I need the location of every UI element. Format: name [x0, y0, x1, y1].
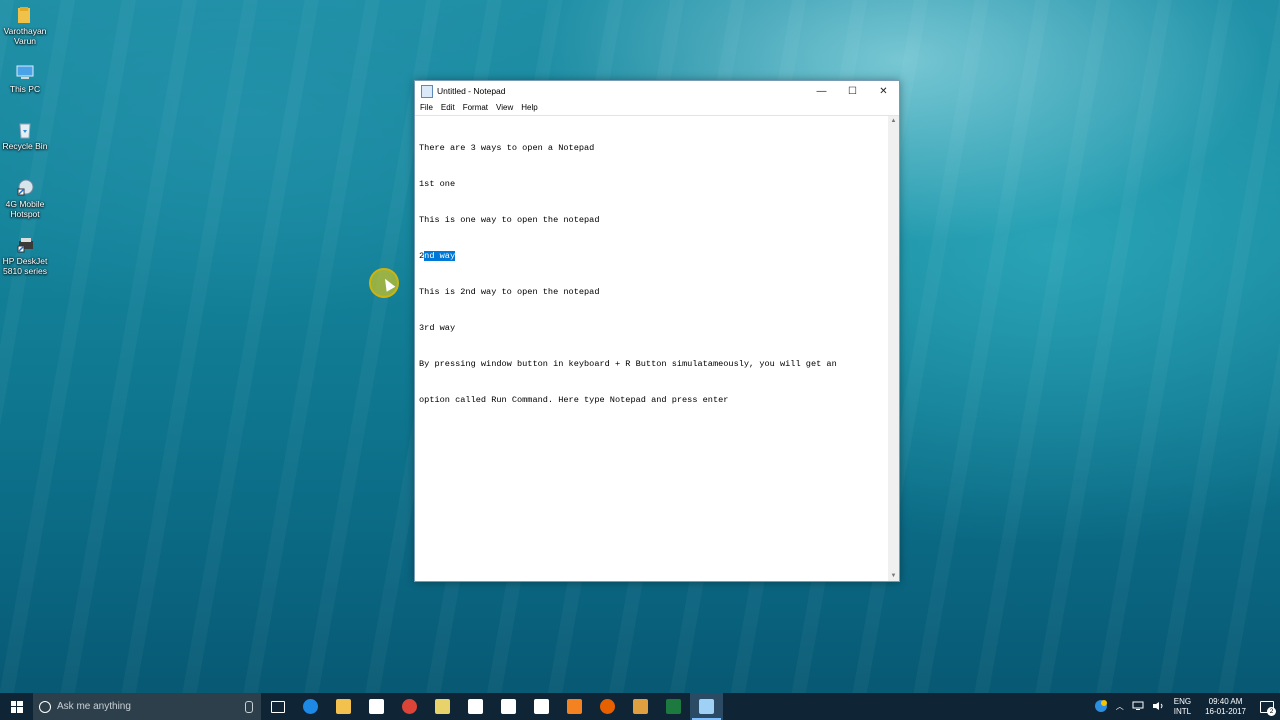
desktop-icon-label: This PC: [9, 84, 41, 94]
taskbar-task-view-button[interactable]: [261, 693, 294, 720]
system-tray: ︿ ENG INTL 09:40 AM 16-01-2017 2: [1090, 693, 1280, 720]
taskbar-file-explorer-button[interactable]: [327, 693, 360, 720]
file-explorer-icon: [336, 699, 351, 714]
calendar-icon: [534, 699, 549, 714]
menu-file[interactable]: File: [416, 103, 437, 112]
taskbar: Ask me anything ︿ ENG INTL 09:40 AM 16-0…: [0, 693, 1280, 720]
minimize-button[interactable]: —: [806, 81, 837, 101]
desktop-icon-hotspot[interactable]: 4G Mobile Hotspot: [0, 179, 50, 219]
scroll-up-arrow-icon[interactable]: ▲: [888, 116, 899, 126]
selected-text: nd way: [424, 251, 456, 261]
desktop-icon-this-pc[interactable]: This PC: [0, 64, 50, 94]
search-placeholder: Ask me anything: [57, 701, 131, 712]
computer-icon: [15, 64, 35, 82]
printer-shortcut-icon: [15, 236, 35, 254]
menu-view[interactable]: View: [492, 103, 517, 112]
taskbar-store-button[interactable]: [360, 693, 393, 720]
taskbar-firefox-button[interactable]: [591, 693, 624, 720]
edge-icon: [303, 699, 318, 714]
text-line: This is 2nd way to open the notepad: [419, 287, 600, 297]
desktop-icon-label: Varun: [13, 36, 37, 46]
taskbar-vlc-button[interactable]: [558, 693, 591, 720]
title-bar[interactable]: Untitled - Notepad — ☐ ✕: [415, 81, 899, 101]
cortana-icon: [39, 700, 51, 713]
network-icon[interactable]: [1128, 701, 1148, 713]
action-center-button[interactable]: 2: [1254, 693, 1280, 720]
clock[interactable]: 09:40 AM 16-01-2017: [1197, 697, 1254, 717]
desktop-icon-label: 5810 series: [3, 266, 47, 276]
excel-icon: [666, 699, 681, 714]
hotspot-shortcut-icon: [15, 179, 35, 197]
taskbar-calendar-button[interactable]: [525, 693, 558, 720]
clock-date: 16-01-2017: [1205, 706, 1246, 716]
close-button[interactable]: ✕: [868, 81, 899, 101]
text-line: This is one way to open the notepad: [419, 215, 600, 225]
desktop-icon-label: 4G Mobile: [5, 199, 45, 209]
show-hidden-icons-chevron-up-icon[interactable]: ︿: [1112, 701, 1128, 712]
maximize-button[interactable]: ☐: [837, 81, 868, 101]
start-button[interactable]: [0, 693, 33, 720]
taskbar-chrome-button[interactable]: [393, 693, 426, 720]
text-line: By pressing window button in keyboard + …: [419, 359, 837, 369]
volume-icon[interactable]: [1148, 701, 1168, 713]
weather-app-tray-icon[interactable]: [1090, 699, 1112, 715]
notepad-window[interactable]: Untitled - Notepad — ☐ ✕ File Edit Forma…: [414, 80, 900, 582]
menu-format[interactable]: Format: [459, 103, 492, 112]
sticky-notes-icon: [435, 699, 450, 714]
menu-help[interactable]: Help: [517, 103, 541, 112]
recycle-bin-icon: [15, 121, 35, 139]
desktop-icon-recycle-bin[interactable]: Recycle Bin: [0, 121, 50, 151]
tool-icon: [633, 699, 648, 714]
text-line: option called Run Command. Here type Not…: [419, 395, 729, 405]
keyboard-layout: INTL: [1173, 706, 1192, 716]
taskbar-edge-button[interactable]: [294, 693, 327, 720]
desktop-icon-label: Hotspot: [10, 209, 40, 219]
vertical-scrollbar[interactable]: ▲ ▼: [888, 116, 899, 581]
microphone-icon[interactable]: [245, 700, 253, 713]
notepad-icon: [699, 699, 714, 714]
firefox-icon: [600, 699, 615, 714]
calculator-icon: [468, 699, 483, 714]
text-line: 2nd way: [419, 250, 885, 262]
notification-count-badge: 2: [1267, 707, 1276, 716]
taskbar-camera-button[interactable]: [492, 693, 525, 720]
desktop-icon-label: HP DeskJet: [2, 256, 48, 266]
taskbar-notepad-button[interactable]: [690, 693, 723, 720]
chrome-icon: [402, 699, 417, 714]
taskbar-excel-button[interactable]: [657, 693, 690, 720]
pinned-apps: [261, 693, 723, 720]
user-folder-icon: [15, 6, 35, 24]
taskbar-sticky-notes-button[interactable]: [426, 693, 459, 720]
clock-time: 09:40 AM: [1208, 696, 1243, 706]
vlc-icon: [567, 699, 582, 714]
text-line: There are 3 ways to open a Notepad: [419, 143, 595, 153]
text-line: 1st one: [419, 179, 456, 189]
language-code: ENG: [1173, 696, 1192, 706]
scroll-down-arrow-icon[interactable]: ▼: [888, 571, 899, 581]
editor-text[interactable]: There are 3 ways to open a Notepad 1st o…: [419, 118, 885, 430]
text-line: 3rd way: [419, 323, 456, 333]
camera-icon: [501, 699, 516, 714]
cortana-search-box[interactable]: Ask me anything: [33, 693, 261, 720]
windows-logo-icon: [10, 700, 23, 713]
input-language-indicator[interactable]: ENG INTL: [1168, 697, 1197, 717]
taskbar-tool-button[interactable]: [624, 693, 657, 720]
store-icon: [369, 699, 384, 714]
window-title: Untitled - Notepad: [437, 86, 506, 96]
menu-bar: File Edit Format View Help: [415, 101, 899, 114]
notepad-app-icon: [421, 84, 433, 98]
text-editor[interactable]: There are 3 ways to open a Notepad 1st o…: [415, 115, 899, 581]
desktop-icon-printer[interactable]: HP DeskJet 5810 series: [0, 236, 50, 276]
task-view-icon: [270, 700, 285, 713]
menu-edit[interactable]: Edit: [437, 103, 459, 112]
desktop-icon-label: Recycle Bin: [2, 141, 48, 151]
desktop-icon-user-folder[interactable]: Varothayan Varun: [0, 6, 50, 46]
desktop-icon-label: Varothayan: [3, 26, 47, 36]
taskbar-calculator-button[interactable]: [459, 693, 492, 720]
